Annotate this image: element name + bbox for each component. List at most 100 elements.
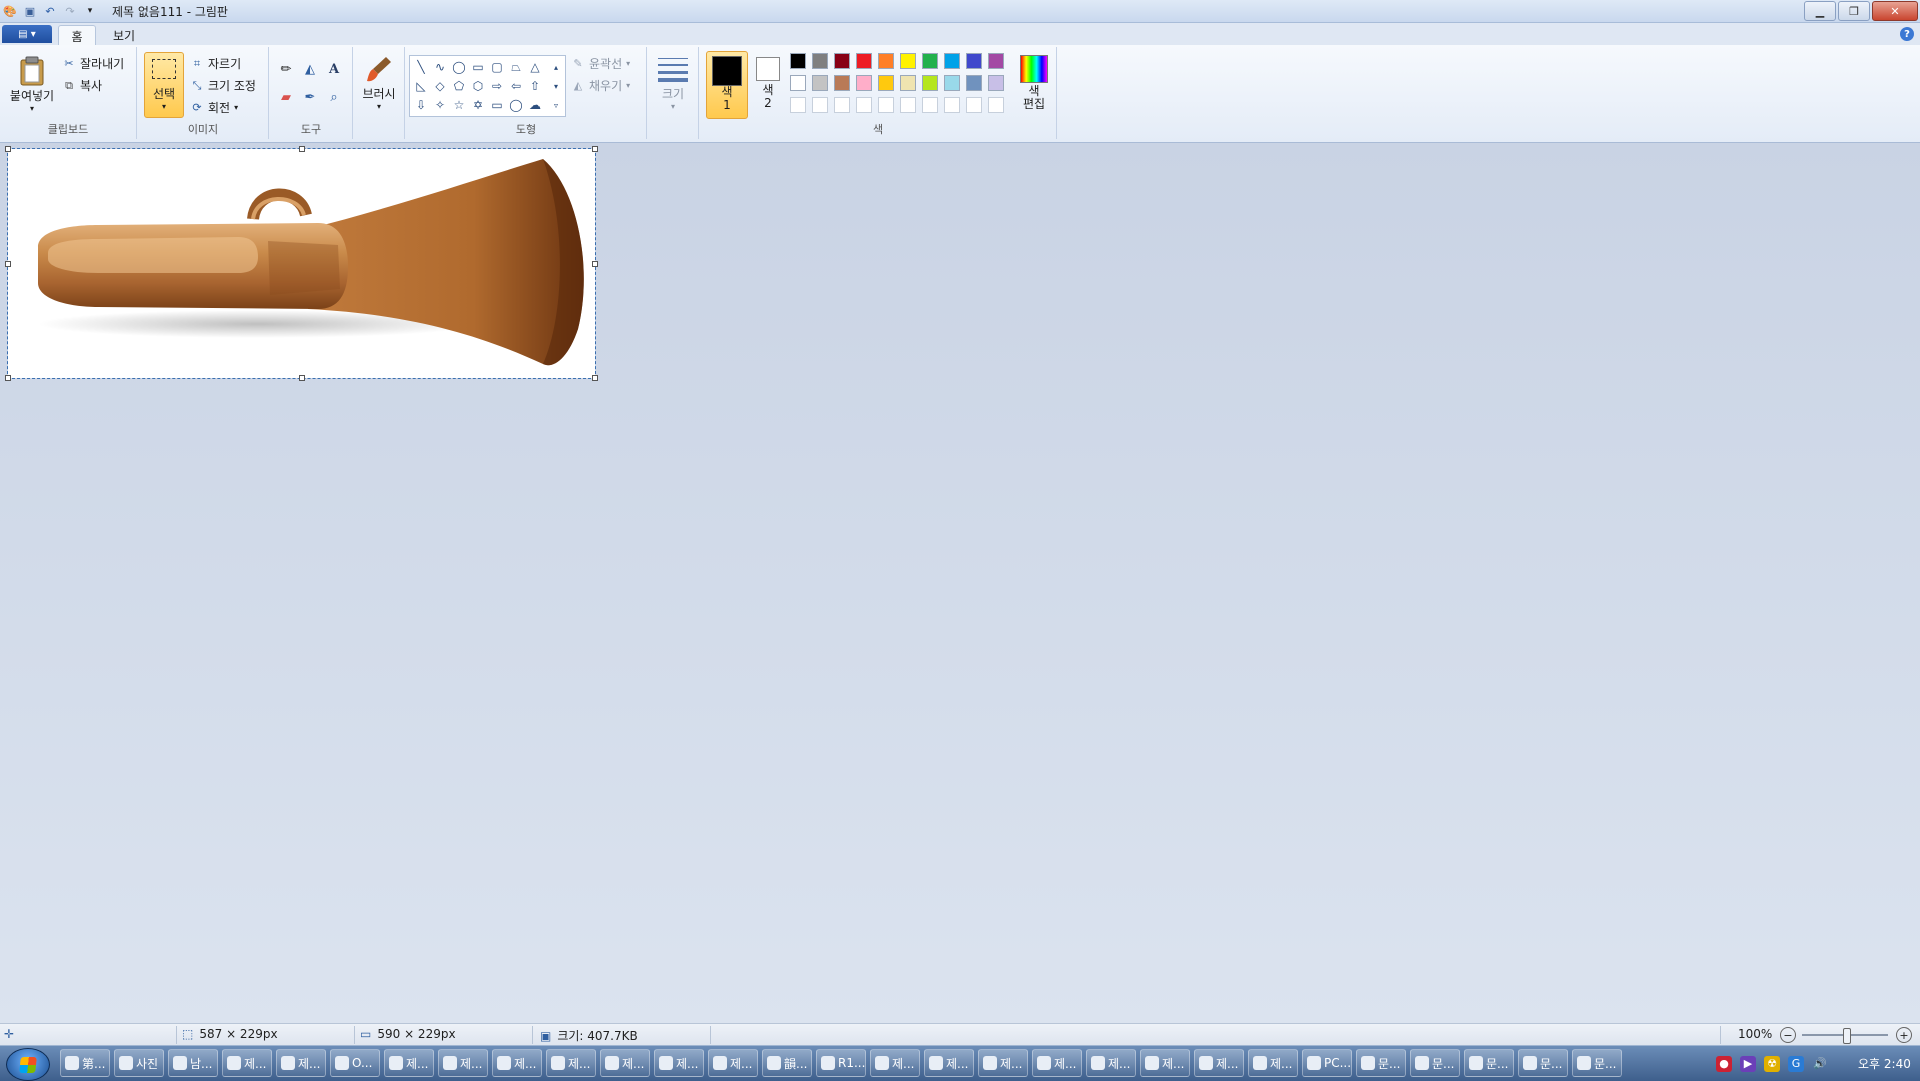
taskbar-item[interactable]: 제...	[1032, 1049, 1082, 1077]
copy-button[interactable]: ⧉ 복사	[62, 77, 102, 94]
custom-color-slot[interactable]	[856, 97, 872, 113]
left-arrow-shape-icon[interactable]: ⇦	[507, 77, 525, 95]
curve-shape-icon[interactable]: ∿	[431, 58, 449, 76]
resize-handle-bottom-left[interactable]	[5, 375, 11, 381]
palette-swatch[interactable]	[966, 53, 982, 69]
magnifier-icon[interactable]: ⌕	[324, 87, 344, 107]
shapes-scroll-down-icon[interactable]: ▾	[547, 77, 565, 95]
taskbar-item[interactable]: 제...	[708, 1049, 758, 1077]
taskbar-item[interactable]: 문...	[1356, 1049, 1406, 1077]
taskbar-item[interactable]: 제...	[546, 1049, 596, 1077]
tray-app-icon[interactable]: ●	[1716, 1055, 1732, 1072]
pencil-icon[interactable]: ✏	[276, 59, 296, 79]
right-triangle-shape-icon[interactable]: ◺	[412, 77, 430, 95]
palette-swatch[interactable]	[988, 75, 1004, 91]
custom-color-slot[interactable]	[922, 97, 938, 113]
resize-handle-top-right[interactable]	[592, 146, 598, 152]
size-button[interactable]: 크기 ▾	[654, 53, 692, 111]
color1-button[interactable]: 색 1	[706, 51, 748, 119]
taskbar-item[interactable]: 제...	[924, 1049, 974, 1077]
taskbar-item[interactable]: 문...	[1464, 1049, 1514, 1077]
taskbar-item[interactable]: 제...	[1194, 1049, 1244, 1077]
palette-swatch[interactable]	[900, 53, 916, 69]
resize-handle-top-left[interactable]	[5, 146, 11, 152]
resize-handle-top[interactable]	[299, 146, 305, 152]
down-arrow-shape-icon[interactable]: ⇩	[412, 96, 430, 114]
taskbar-item[interactable]: 문...	[1410, 1049, 1460, 1077]
resize-handle-left[interactable]	[5, 261, 11, 267]
palette-swatch[interactable]	[790, 75, 806, 91]
save-icon[interactable]: ▣	[22, 3, 38, 19]
custom-color-slot[interactable]	[812, 97, 828, 113]
hexagon-shape-icon[interactable]: ⬡	[469, 77, 487, 95]
resize-handle-right[interactable]	[592, 261, 598, 267]
custom-color-slot[interactable]	[988, 97, 1004, 113]
color-picker-icon[interactable]: ✒	[300, 87, 320, 107]
redo-icon[interactable]: ↷	[62, 3, 78, 19]
taskbar-item[interactable]: 제...	[870, 1049, 920, 1077]
palette-swatch[interactable]	[944, 75, 960, 91]
six-point-star-shape-icon[interactable]: ✡	[469, 96, 487, 114]
paste-button[interactable]: 붙여넣기 ▾	[6, 55, 58, 113]
up-arrow-shape-icon[interactable]: ⇧	[526, 77, 544, 95]
palette-swatch[interactable]	[812, 53, 828, 69]
palette-swatch[interactable]	[812, 75, 828, 91]
polygon-shape-icon[interactable]: ⏢	[507, 58, 525, 76]
taskbar-item[interactable]: 남...	[168, 1049, 218, 1077]
select-dropdown-icon[interactable]: ▾	[162, 102, 166, 111]
drawing-canvas[interactable]	[5, 146, 598, 381]
taskbar-item[interactable]: 第...	[60, 1049, 110, 1077]
palette-swatch[interactable]	[856, 53, 872, 69]
taskbar-item[interactable]: O...	[330, 1049, 380, 1077]
palette-swatch[interactable]	[988, 53, 1004, 69]
tray-player-icon[interactable]: ▶	[1740, 1055, 1756, 1072]
triangle-shape-icon[interactable]: △	[526, 58, 544, 76]
paint-menu-button[interactable]: ▤ ▾	[2, 25, 52, 43]
custom-color-slot[interactable]	[966, 97, 982, 113]
custom-color-slot[interactable]	[900, 97, 916, 113]
resize-button[interactable]: ⤡ 크기 조정	[190, 77, 256, 94]
palette-swatch[interactable]	[966, 75, 982, 91]
rotate-button[interactable]: ⟳ 회전 ▾	[190, 99, 238, 116]
fill-bucket-icon[interactable]: ◭	[300, 59, 320, 79]
tray-network-icon[interactable]: G	[1788, 1055, 1804, 1072]
oval-shape-icon[interactable]: ◯	[450, 58, 468, 76]
paste-dropdown-icon[interactable]: ▾	[30, 104, 34, 113]
zoom-out-icon[interactable]: −	[1780, 1027, 1796, 1043]
custom-color-slot[interactable]	[878, 97, 894, 113]
tab-home[interactable]: 홈	[58, 25, 96, 46]
eraser-icon[interactable]: ▰	[276, 87, 296, 107]
custom-color-slot[interactable]	[790, 97, 806, 113]
undo-icon[interactable]: ↶	[42, 3, 58, 19]
palette-swatch[interactable]	[834, 75, 850, 91]
taskbar-item[interactable]: 제...	[222, 1049, 272, 1077]
taskbar-item[interactable]: 제...	[276, 1049, 326, 1077]
taskbar-item[interactable]: PC...	[1302, 1049, 1352, 1077]
edit-colors-button[interactable]: 색 편집	[1016, 53, 1052, 111]
palette-swatch[interactable]	[944, 53, 960, 69]
taskbar-item[interactable]: 韻...	[762, 1049, 812, 1077]
clock[interactable]: 오후 2:40	[1858, 1055, 1911, 1072]
custom-color-slot[interactable]	[834, 97, 850, 113]
text-tool-icon[interactable]: A	[324, 59, 344, 79]
taskbar-item[interactable]: 문...	[1572, 1049, 1622, 1077]
volume-icon[interactable]: 🔊	[1812, 1056, 1828, 1072]
custom-color-slot[interactable]	[944, 97, 960, 113]
palette-swatch[interactable]	[878, 53, 894, 69]
cut-button[interactable]: ✂ 잘라내기	[62, 55, 124, 72]
rounded-rectangle-shape-icon[interactable]: ▢	[488, 58, 506, 76]
minimize-button[interactable]: ▁	[1804, 1, 1836, 21]
taskbar-item[interactable]: 사진	[114, 1049, 164, 1077]
paint-app-icon[interactable]: 🎨	[2, 3, 18, 19]
palette-swatch[interactable]	[856, 75, 872, 91]
taskbar-item[interactable]: R1...	[816, 1049, 866, 1077]
tray-security-icon[interactable]: ☢	[1764, 1055, 1780, 1072]
customize-qat-icon[interactable]: ▾	[82, 3, 98, 19]
shapes-more-icon[interactable]: ▿	[547, 96, 565, 114]
help-icon[interactable]: ?	[1900, 27, 1914, 41]
palette-swatch[interactable]	[878, 75, 894, 91]
callout-cloud-shape-icon[interactable]: ☁	[526, 96, 544, 114]
zoom-slider-thumb[interactable]	[1843, 1028, 1851, 1044]
resize-handle-bottom-right[interactable]	[592, 375, 598, 381]
palette-swatch[interactable]	[900, 75, 916, 91]
